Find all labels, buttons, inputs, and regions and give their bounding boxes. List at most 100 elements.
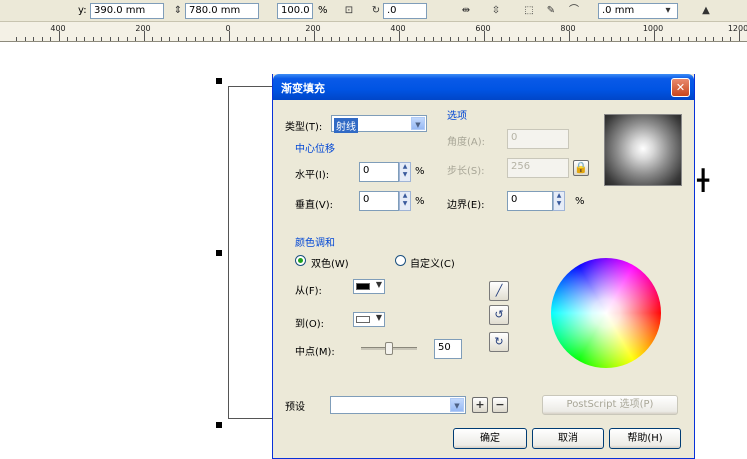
- ruler-tick: [297, 37, 298, 41]
- ruler-tick: [458, 37, 459, 41]
- curve-icon[interactable]: ⌒: [568, 4, 580, 17]
- midpoint-input[interactable]: 50: [434, 339, 462, 359]
- ruler-tick: [254, 37, 255, 41]
- presets-select[interactable]: ▼: [330, 396, 466, 414]
- ruler-tick: [407, 37, 408, 41]
- steps-label: 步长(S):: [447, 166, 485, 177]
- color-wheel[interactable]: [551, 258, 661, 368]
- ruler-tick: [577, 37, 578, 41]
- color-blend-group-label: 颜色调和: [295, 238, 335, 249]
- mirror-horizontal-icon[interactable]: ⇹: [460, 4, 472, 17]
- outline-dropdown-icon[interactable]: ▾: [662, 4, 674, 17]
- ruler-tick: [705, 37, 706, 41]
- ruler-tick: [67, 37, 68, 41]
- ruler-label: 200: [135, 24, 151, 33]
- remove-preset-button[interactable]: −: [492, 397, 508, 413]
- edge-pad-input[interactable]: 0: [507, 191, 553, 211]
- ruler-tick: [50, 37, 51, 41]
- scale-field[interactable]: 100.0: [277, 3, 313, 19]
- ruler-tick: [399, 31, 400, 41]
- selection-handle-top-left[interactable]: [216, 78, 222, 84]
- edge-pad-spinner[interactable]: ▲ ▼: [553, 191, 565, 211]
- ruler-tick: [509, 37, 510, 41]
- ruler-tick: [373, 37, 374, 41]
- ruler-tick: [101, 37, 102, 41]
- ruler-tick: [356, 37, 357, 41]
- ruler-tick: [127, 37, 128, 41]
- two-color-radio[interactable]: [295, 255, 306, 266]
- y-label: y:: [78, 5, 87, 16]
- presets-dropdown-icon[interactable]: ▼: [450, 398, 464, 412]
- clockwise-blend-button[interactable]: ↻: [489, 332, 509, 352]
- type-select[interactable]: 射线 ▼: [331, 115, 427, 133]
- horizontal-offset-input[interactable]: 0: [359, 162, 399, 182]
- counter-clockwise-blend-button[interactable]: ↺: [489, 305, 509, 325]
- ruler-label: 1000: [642, 24, 664, 33]
- ruler-tick: [280, 37, 281, 41]
- close-button[interactable]: ✕: [671, 78, 690, 97]
- add-preset-button[interactable]: +: [472, 397, 488, 413]
- to-color-picker[interactable]: ▼: [353, 312, 385, 327]
- ruler-label: 1200: [727, 24, 747, 33]
- ruler-label: 400: [50, 24, 66, 33]
- ruler-tick: [586, 37, 587, 41]
- ok-button[interactable]: 确定: [453, 428, 527, 449]
- from-color-swatch: [356, 283, 370, 290]
- ruler-tick: [331, 37, 332, 41]
- pen-icon[interactable]: ✎: [545, 4, 557, 17]
- to-color-swatch: [356, 316, 370, 323]
- ruler-tick: [433, 37, 434, 41]
- ruler-tick: [271, 37, 272, 41]
- steps-lock-button[interactable]: 🔒: [573, 160, 589, 176]
- selected-object-left-edge: [228, 86, 229, 418]
- ruler-tick: [569, 31, 570, 41]
- type-selected-value: 射线: [334, 118, 358, 133]
- from-color-picker[interactable]: ▼: [353, 279, 385, 294]
- ruler-tick: [390, 37, 391, 41]
- ruler-tick: [730, 37, 731, 41]
- horizontal-ruler[interactable]: 400 200 0 200 400 600 800 1000 1200: [0, 22, 747, 42]
- horizontal-offset-spinner[interactable]: ▲ ▼: [399, 162, 411, 182]
- direct-blend-button[interactable]: ╱: [489, 281, 509, 301]
- options-group-label: 选项: [447, 111, 467, 122]
- selection-handle-bottom-left[interactable]: [216, 422, 222, 428]
- selection-handle-middle-left[interactable]: [216, 250, 222, 256]
- shape-tool-icon[interactable]: ⬚: [523, 4, 535, 17]
- ruler-tick: [484, 31, 485, 41]
- lock-ratio-icon[interactable]: ⊡: [343, 4, 355, 17]
- ruler-tick: [220, 37, 221, 41]
- type-label: 类型(T):: [285, 122, 323, 133]
- ruler-tick: [492, 37, 493, 41]
- custom-radio[interactable]: [395, 255, 406, 266]
- y-position-field[interactable]: 390.0 mm: [90, 3, 164, 19]
- ruler-tick: [118, 37, 119, 41]
- ruler-tick: [246, 37, 247, 41]
- midpoint-slider-thumb[interactable]: [385, 342, 393, 355]
- ruler-tick: [186, 37, 187, 41]
- height-field[interactable]: 780.0 mm: [185, 3, 259, 19]
- ruler-tick: [560, 37, 561, 41]
- height-icon: ⇕: [173, 5, 183, 16]
- mirror-vertical-icon[interactable]: ⇳: [490, 4, 502, 17]
- ruler-tick: [688, 37, 689, 41]
- type-dropdown-icon[interactable]: ▼: [411, 117, 425, 130]
- center-offset-group-label: 中心位移: [295, 144, 335, 155]
- property-bar: y: 390.0 mm ⇕ 780.0 mm 100.0 % ⊡ ↻ .0 ⇹ …: [0, 0, 747, 22]
- ruler-tick: [305, 37, 306, 41]
- rotation-field[interactable]: .0: [383, 3, 427, 19]
- ruler-tick: [679, 37, 680, 41]
- ruler-tick: [594, 37, 595, 41]
- help-button[interactable]: 帮助(H): [609, 428, 681, 449]
- dialog-titlebar[interactable]: 渐变填充 ✕: [273, 74, 694, 100]
- vertical-offset-input[interactable]: 0: [359, 191, 399, 211]
- move-cursor-icon: ╋: [697, 168, 710, 192]
- gradient-preview[interactable]: [604, 114, 682, 186]
- ruler-tick: [628, 37, 629, 41]
- ruler-label: 600: [475, 24, 491, 33]
- vertical-offset-spinner[interactable]: ▲ ▼: [399, 191, 411, 211]
- cancel-button[interactable]: 取消: [532, 428, 604, 449]
- to-label: 到(O):: [295, 319, 325, 330]
- ruler-tick: [552, 37, 553, 41]
- ruler-tick: [144, 31, 145, 41]
- lock-icon[interactable]: ▲: [700, 4, 712, 17]
